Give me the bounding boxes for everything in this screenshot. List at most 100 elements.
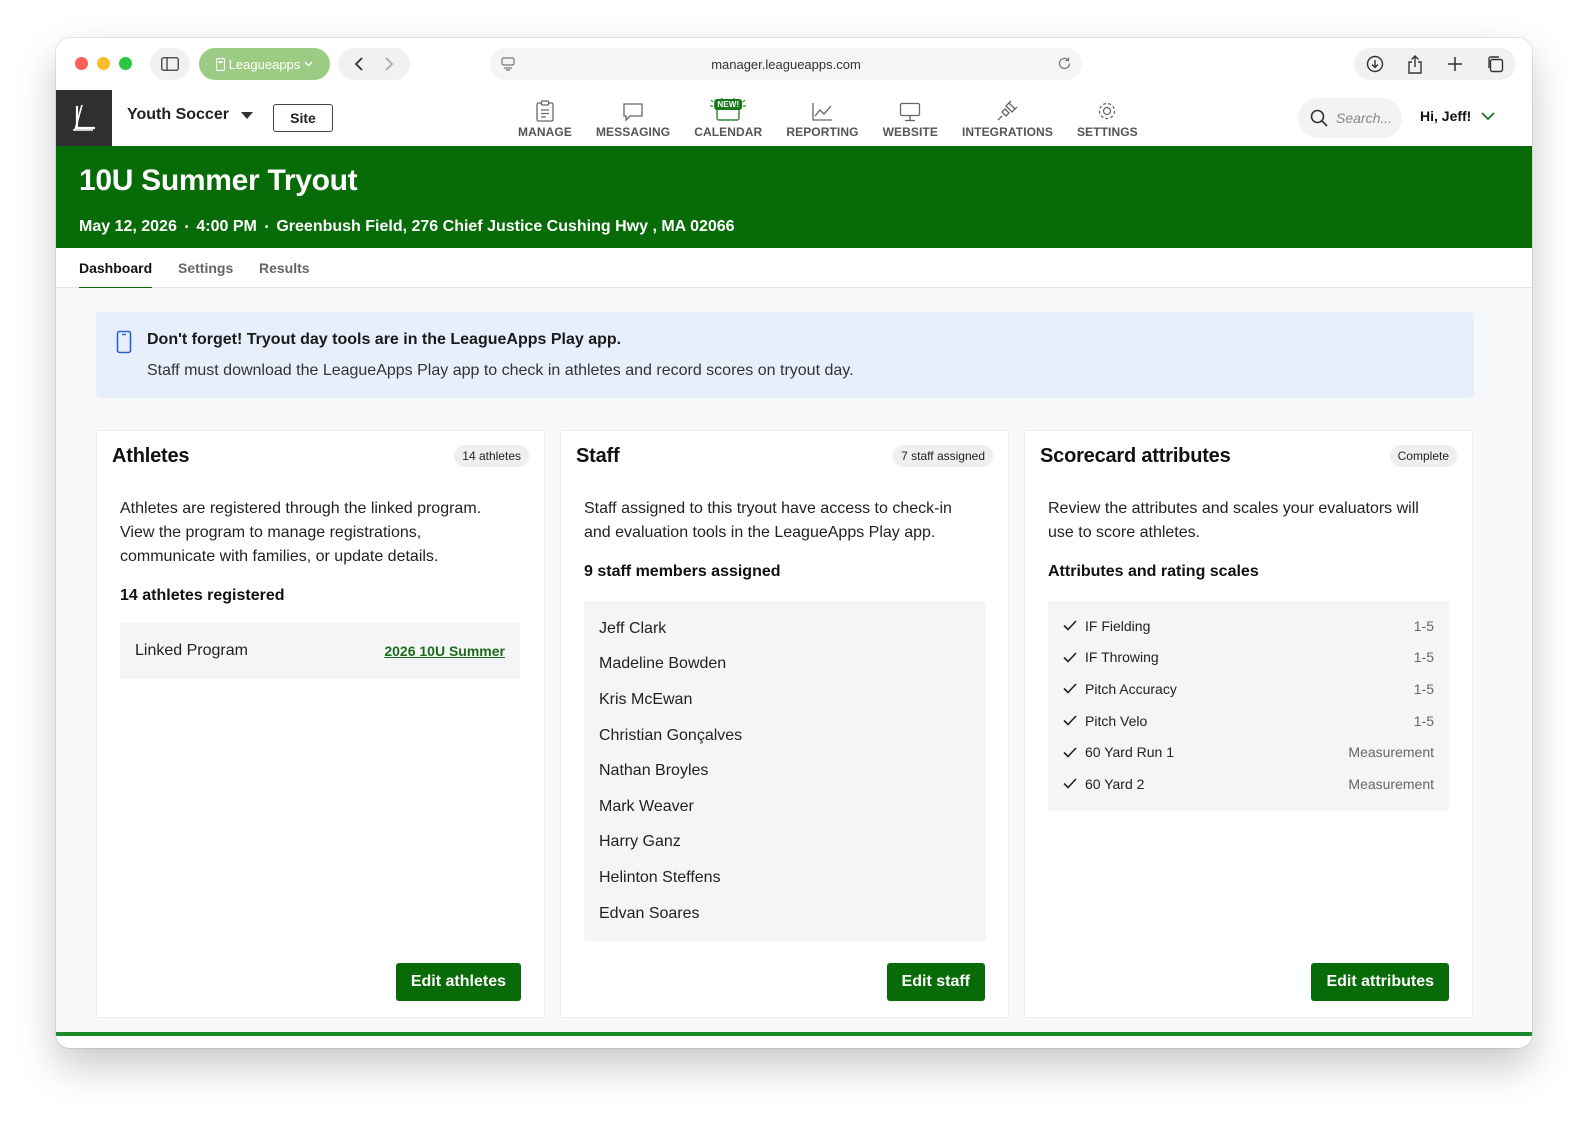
footer-strip bbox=[56, 1032, 1532, 1048]
leagueapps-logo[interactable] bbox=[56, 90, 112, 146]
address-bar[interactable]: manager.leagueapps.com bbox=[490, 48, 1082, 80]
page-tabs: Dashboard Settings Results bbox=[56, 248, 1532, 290]
staff-count: 9 staff members assigned bbox=[584, 563, 781, 580]
attribute-row: 60 Yard Run 1 Measurement bbox=[1063, 736, 1434, 768]
edit-attributes-button[interactable]: Edit attributes bbox=[1311, 963, 1449, 1001]
new-badge: NEW! bbox=[714, 99, 743, 110]
phone-icon bbox=[116, 330, 132, 354]
plug-icon bbox=[997, 100, 1018, 121]
new-tab-icon[interactable] bbox=[1447, 56, 1463, 72]
main-content: Don't forget! Tryout day tools are in th… bbox=[56, 288, 1532, 1032]
list-item: Harry Ganz bbox=[599, 833, 681, 851]
attribute-scale: 1-5 bbox=[1413, 680, 1434, 697]
nav-reporting[interactable]: REPORTING bbox=[774, 94, 870, 142]
nav-label: REPORTING bbox=[786, 125, 859, 139]
scorecard-card: Scorecard attributes Complete Review the… bbox=[1024, 430, 1473, 1018]
nav-website[interactable]: WEBSITE bbox=[871, 94, 950, 142]
attribute-name: IF Throwing bbox=[1085, 649, 1159, 666]
attribute-name: Pitch Velo bbox=[1085, 712, 1148, 729]
browser-actions bbox=[1354, 48, 1516, 80]
profile-icon bbox=[215, 57, 225, 71]
nav-label: MESSAGING bbox=[595, 125, 671, 139]
card-title: Athletes bbox=[112, 445, 190, 467]
app-notice: Don't forget! Tryout day tools are in th… bbox=[96, 312, 1474, 398]
check-icon bbox=[1063, 683, 1077, 695]
attribute-list: IF Fielding 1-5 IF Throwing 1-5 Pitch Ac… bbox=[1048, 601, 1449, 811]
search-input[interactable]: Search... bbox=[1298, 98, 1402, 138]
edit-staff-button[interactable]: Edit staff bbox=[886, 963, 985, 1001]
list-item: Edvan Soares bbox=[599, 904, 700, 922]
gear-icon bbox=[1099, 102, 1116, 120]
nav-label: CALENDAR bbox=[694, 125, 763, 139]
attribute-scale: 1-5 bbox=[1413, 649, 1434, 666]
nav-integrations[interactable]: INTEGRATIONS bbox=[950, 94, 1065, 142]
nav-manage[interactable]: MANAGE bbox=[506, 94, 584, 142]
list-item: Helinton Steffens bbox=[599, 868, 721, 886]
attribute-row: Pitch Accuracy 1-5 bbox=[1063, 673, 1434, 705]
staff-list: Jeff Clark Madeline Bowden Kris McEwan C… bbox=[584, 601, 986, 941]
search-placeholder: Search... bbox=[1336, 110, 1393, 126]
edit-athletes-button[interactable]: Edit athletes bbox=[395, 963, 521, 1001]
attribute-name: Pitch Accuracy bbox=[1085, 680, 1177, 697]
attributes-subhead: Attributes and rating scales bbox=[1048, 563, 1259, 580]
tab-dashboard[interactable]: Dashboard bbox=[79, 260, 153, 290]
history-nav bbox=[338, 48, 410, 80]
minimize-window-button[interactable] bbox=[97, 57, 110, 70]
athletes-card: Athletes 14 athletes Athletes are regist… bbox=[96, 430, 545, 1018]
user-menu[interactable]: Hi, Jeff! bbox=[1420, 108, 1495, 124]
monitor-icon bbox=[900, 102, 921, 122]
tab-overview-icon[interactable] bbox=[1486, 55, 1504, 73]
zoom-window-button[interactable] bbox=[119, 57, 132, 70]
card-title: Staff bbox=[576, 445, 620, 467]
forward-icon[interactable] bbox=[384, 56, 394, 72]
share-icon[interactable] bbox=[1407, 54, 1423, 74]
attribute-row: 60 Yard 2 Measurement bbox=[1063, 768, 1434, 800]
user-greeting: Hi, Jeff! bbox=[1420, 108, 1472, 124]
list-item: Kris McEwan bbox=[599, 690, 693, 708]
notice-body: Staff must download the LeagueApps Play … bbox=[147, 362, 854, 379]
close-window-button[interactable] bbox=[75, 57, 88, 70]
tab-settings[interactable]: Settings bbox=[178, 260, 233, 276]
nav-calendar[interactable]: NEW! CALENDAR bbox=[682, 94, 774, 142]
list-item: Mark Weaver bbox=[599, 797, 694, 815]
event-banner: 10U Summer Tryout May 12, 2026 • 4:00 PM… bbox=[56, 146, 1532, 248]
attribute-row: IF Fielding 1-5 bbox=[1063, 610, 1434, 642]
org-selector[interactable]: Youth Soccer bbox=[127, 106, 253, 124]
attribute-name: 60 Yard Run 1 bbox=[1085, 744, 1174, 761]
event-time: 4:00 PM bbox=[196, 218, 257, 235]
card-description: Review the attributes and scales your ev… bbox=[1048, 500, 1419, 541]
check-icon bbox=[1063, 747, 1077, 758]
list-item: Madeline Bowden bbox=[599, 655, 727, 673]
separator-dot: • bbox=[184, 221, 189, 233]
nav-settings[interactable]: SETTINGS bbox=[1065, 94, 1150, 142]
status-badge: Complete bbox=[1389, 445, 1457, 467]
chevron-down-icon bbox=[304, 61, 313, 67]
staff-card: Staff 7 staff assigned Staff assigned to… bbox=[560, 430, 1009, 1018]
notice-title: Don't forget! Tryout day tools are in th… bbox=[147, 331, 622, 348]
profile-selector[interactable]: Leagueapps bbox=[199, 48, 330, 80]
nav-label: WEBSITE bbox=[882, 125, 938, 139]
site-settings-icon[interactable] bbox=[501, 57, 515, 71]
check-icon bbox=[1063, 652, 1077, 663]
status-badge: 14 athletes bbox=[454, 445, 529, 467]
attribute-row: Pitch Velo 1-5 bbox=[1063, 705, 1434, 737]
athlete-count: 14 athletes registered bbox=[120, 587, 285, 604]
tab-results[interactable]: Results bbox=[259, 260, 310, 276]
attribute-row: IF Throwing 1-5 bbox=[1063, 642, 1434, 674]
sidebar-toggle-button[interactable] bbox=[150, 48, 190, 80]
chart-icon bbox=[812, 103, 833, 121]
back-icon[interactable] bbox=[354, 56, 364, 72]
reload-icon[interactable] bbox=[1057, 56, 1072, 71]
nav-messaging[interactable]: MESSAGING bbox=[584, 94, 682, 142]
linked-program-row: Linked Program 2026 10U Summer bbox=[120, 623, 520, 679]
site-button[interactable]: Site bbox=[273, 104, 333, 132]
app-header: Youth Soccer Site MANAGE MESSAGING NEW! … bbox=[56, 90, 1532, 146]
download-icon[interactable] bbox=[1366, 55, 1384, 73]
attribute-scale: Measurement bbox=[1348, 744, 1434, 761]
attribute-name: IF Fielding bbox=[1085, 617, 1151, 634]
linked-program-link[interactable]: 2026 10U Summer bbox=[384, 643, 505, 659]
logo-icon bbox=[73, 104, 95, 131]
browser-window: Leagueapps manager.leagueapps.com Youth … bbox=[56, 38, 1532, 1048]
clipboard-icon bbox=[536, 100, 554, 122]
event-date: May 12, 2026 bbox=[79, 218, 177, 235]
